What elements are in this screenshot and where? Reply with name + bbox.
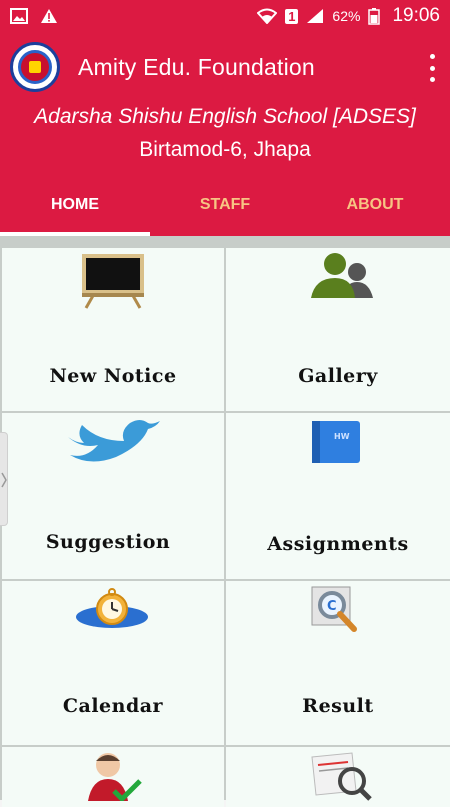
warning-icon: [41, 9, 57, 23]
menu-item-result[interactable]: C Result: [226, 581, 450, 745]
tab-about[interactable]: ABOUT: [300, 182, 450, 236]
gallery-notification-icon: [10, 8, 28, 24]
menu-label-suggestion: Suggestion: [45, 531, 171, 553]
overflow-menu-icon[interactable]: [428, 54, 436, 82]
tab-home[interactable]: HOME: [0, 182, 150, 236]
app-bar: Amity Edu. Foundation: [0, 32, 450, 102]
menu-label-gallery: Gallery: [298, 365, 378, 387]
tab-staff[interactable]: STAFF: [150, 182, 300, 236]
school-logo: [10, 42, 60, 92]
blackboard-icon: [82, 254, 144, 309]
school-name: Adarsha Shishu English School [ADSES]: [34, 105, 416, 128]
menu-label-result: Result: [302, 695, 374, 717]
signal-icon: [307, 9, 324, 23]
menu-item-gallery[interactable]: Gallery: [226, 248, 450, 411]
menu-item-calendar[interactable]: Calendar: [2, 581, 224, 745]
menu-grid: New Notice Gallery Suggestion HW Assignm…: [0, 236, 450, 807]
sim-badge: 1: [285, 8, 299, 24]
chevron-right-icon: [1, 472, 7, 488]
menu-item-suggestion[interactable]: Suggestion: [2, 413, 224, 579]
users-icon: [311, 253, 373, 298]
homework-book-icon: HW: [312, 421, 360, 463]
menu-item-7[interactable]: [2, 747, 224, 807]
wifi-icon: [257, 8, 278, 24]
battery-percent: 62%: [332, 8, 361, 24]
user-check-icon: [88, 753, 142, 801]
status-time: 19:06: [392, 5, 440, 26]
school-header: Adarsha Shishu English School [ADSES] Bi…: [0, 102, 450, 182]
menu-item-8[interactable]: [226, 747, 450, 807]
app-title: Amity Edu. Foundation: [78, 53, 315, 80]
side-drawer-handle[interactable]: [0, 432, 8, 526]
svg-text:C: C: [327, 599, 337, 614]
menu-label-new-notice: New Notice: [49, 365, 177, 387]
tab-bar: HOME STAFF ABOUT: [0, 182, 450, 236]
menu-item-assignments[interactable]: HW Assignments: [226, 413, 450, 579]
search-magnifier-icon: C: [311, 586, 357, 632]
battery-icon: [368, 8, 381, 25]
clock-icon: [76, 588, 148, 628]
menu-label-assignments: Assignments: [267, 533, 409, 555]
school-address: Birtamod-6, Jhapa: [139, 138, 311, 161]
status-bar: 1 62% 19:06: [0, 0, 450, 32]
svg-text:HW: HW: [334, 432, 350, 441]
menu-item-new-notice[interactable]: New Notice: [2, 248, 224, 411]
menu-label-calendar: Calendar: [62, 695, 164, 717]
bird-icon: [68, 420, 160, 462]
document-magnifier-icon: [311, 752, 372, 801]
